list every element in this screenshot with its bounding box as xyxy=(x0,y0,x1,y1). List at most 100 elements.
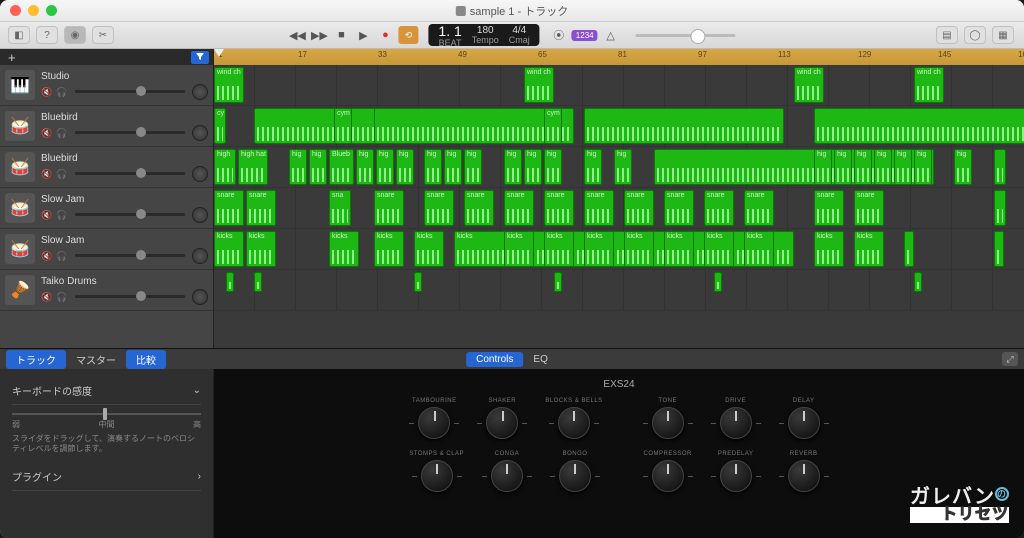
midi-region[interactable]: wind ch xyxy=(794,67,824,103)
track-header[interactable]: 🪘 Taiko Drums 🔇 🎧 xyxy=(0,270,213,311)
midi-region[interactable]: wind ch xyxy=(914,67,944,103)
record-button[interactable]: ● xyxy=(376,26,394,44)
midi-region[interactable]: hig xyxy=(854,149,872,185)
sensitivity-slider[interactable]: 弱 中間 高 スライダをドラッグして、演奏するノートのベロシティレベルを調節しま… xyxy=(12,413,201,455)
track-pan-knob[interactable] xyxy=(192,125,208,141)
midi-region[interactable]: hig xyxy=(894,149,912,185)
midi-region[interactable]: kicks xyxy=(374,231,404,267)
control-knob[interactable] xyxy=(486,407,518,439)
midi-region[interactable]: snare xyxy=(544,190,574,226)
control-knob[interactable] xyxy=(418,407,450,439)
midi-region[interactable]: snare xyxy=(704,190,734,226)
mute-icon[interactable]: 🔇 xyxy=(41,128,53,138)
midi-region[interactable]: snare xyxy=(664,190,694,226)
arrange-area[interactable]: 1173349658197113129145161 wind ch wind ch… xyxy=(214,49,1024,348)
mute-icon[interactable]: 🔇 xyxy=(41,210,53,220)
midi-region[interactable]: snare xyxy=(246,190,276,226)
control-knob[interactable] xyxy=(788,407,820,439)
media-browser-button[interactable]: ▦ xyxy=(992,26,1014,44)
control-knob[interactable] xyxy=(558,407,590,439)
midi-region[interactable]: high xyxy=(214,149,236,185)
midi-region[interactable]: snare xyxy=(744,190,774,226)
midi-region[interactable]: hig xyxy=(424,149,442,185)
control-knob[interactable] xyxy=(652,460,684,492)
midi-region[interactable]: hig xyxy=(584,149,602,185)
add-track-button[interactable]: + xyxy=(4,50,20,65)
track-pan-knob[interactable] xyxy=(192,248,208,264)
midi-region[interactable] xyxy=(994,190,1006,226)
midi-region[interactable]: hig xyxy=(376,149,394,185)
midi-region[interactable]: snare xyxy=(374,190,404,226)
midi-region[interactable]: kicks xyxy=(814,231,844,267)
track-header[interactable]: 🎹 Studio 🔇 🎧 xyxy=(0,65,213,106)
control-knob[interactable] xyxy=(559,460,591,492)
tuner-icon[interactable]: ⦿ xyxy=(550,26,568,44)
midi-region[interactable]: kicks xyxy=(664,231,694,267)
mute-icon[interactable]: 🔇 xyxy=(41,87,53,97)
track-header[interactable]: 🥁 Slow Jam 🔇 🎧 xyxy=(0,188,213,229)
midi-region[interactable]: hig xyxy=(524,149,542,185)
midi-region[interactable] xyxy=(414,272,422,292)
midi-region[interactable]: kicks xyxy=(329,231,359,267)
midi-region[interactable]: hig xyxy=(309,149,327,185)
track-volume-slider[interactable] xyxy=(75,131,185,134)
midi-region[interactable]: hig xyxy=(834,149,852,185)
control-knob[interactable] xyxy=(720,460,752,492)
headphone-icon[interactable]: 🎧 xyxy=(56,210,68,220)
midi-region[interactable]: hig xyxy=(396,149,414,185)
expand-panel-button[interactable]: ⤢ xyxy=(1002,352,1018,366)
midi-region[interactable]: high hat xyxy=(238,149,268,185)
midi-region[interactable]: wind ch xyxy=(214,67,244,103)
track-volume-slider[interactable] xyxy=(75,172,185,175)
track-volume-slider[interactable] xyxy=(75,295,185,298)
midi-region[interactable]: hig xyxy=(614,149,632,185)
midi-region[interactable]: kicks xyxy=(504,231,534,267)
headphone-icon[interactable]: 🎧 xyxy=(56,128,68,138)
midi-region[interactable]: snare xyxy=(584,190,614,226)
track-volume-slider[interactable] xyxy=(75,254,185,257)
track-lane[interactable]: wind chwind chwind chwind chwind ch xyxy=(214,65,1024,106)
headphone-icon[interactable]: 🎧 xyxy=(56,87,68,97)
control-knob[interactable] xyxy=(788,460,820,492)
rewind-button[interactable]: ◀◀ xyxy=(288,26,306,44)
chevron-right-icon[interactable]: › xyxy=(198,471,201,482)
midi-region[interactable]: sna xyxy=(329,190,351,226)
mute-icon[interactable]: 🔇 xyxy=(41,292,53,302)
midi-region[interactable] xyxy=(994,149,1006,185)
midi-region[interactable]: cym xyxy=(334,108,352,144)
timeline-ruler[interactable]: 1173349658197113129145161 xyxy=(214,49,1024,65)
playhead[interactable] xyxy=(214,49,224,57)
midi-region[interactable]: hig xyxy=(914,149,932,185)
stop-button[interactable]: ■ xyxy=(332,26,350,44)
midi-region[interactable]: hig xyxy=(814,149,832,185)
headphone-icon[interactable]: 🎧 xyxy=(56,251,68,261)
midi-region[interactable]: kicks xyxy=(544,231,574,267)
headphone-icon[interactable]: 🎧 xyxy=(56,169,68,179)
midi-region[interactable]: hig xyxy=(356,149,374,185)
midi-region[interactable]: snare xyxy=(854,190,884,226)
midi-region[interactable]: cym xyxy=(544,108,562,144)
chevron-down-icon[interactable]: ⌄ xyxy=(193,385,201,396)
cycle-button[interactable]: ⟲ xyxy=(398,26,418,44)
midi-region[interactable]: kicks xyxy=(414,231,444,267)
mute-icon[interactable]: 🔇 xyxy=(41,169,53,179)
notepad-button[interactable]: ▤ xyxy=(936,26,958,44)
mute-icon[interactable]: 🔇 xyxy=(41,251,53,261)
midi-region[interactable]: kicks xyxy=(214,231,244,267)
control-knob[interactable] xyxy=(421,460,453,492)
midi-region[interactable]: snare xyxy=(624,190,654,226)
midi-region[interactable]: hig xyxy=(444,149,462,185)
tab-eq[interactable]: EQ xyxy=(523,352,557,367)
midi-region[interactable] xyxy=(226,272,234,292)
control-knob[interactable] xyxy=(652,407,684,439)
control-knob[interactable] xyxy=(720,407,752,439)
track-lane[interactable]: kicks kicks kicks kicks kicks kicks kicks kicks… xyxy=(214,229,1024,270)
midi-region[interactable]: snare xyxy=(424,190,454,226)
track-volume-slider[interactable] xyxy=(75,90,185,93)
track-header[interactable]: 🥁 Bluebird 🔇 🎧 xyxy=(0,106,213,147)
master-volume-slider[interactable] xyxy=(636,34,736,37)
midi-region[interactable]: cy xyxy=(214,108,226,144)
midi-region[interactable] xyxy=(914,272,922,292)
tab-compare[interactable]: 比較 xyxy=(126,350,166,369)
midi-region[interactable]: kicks xyxy=(854,231,884,267)
